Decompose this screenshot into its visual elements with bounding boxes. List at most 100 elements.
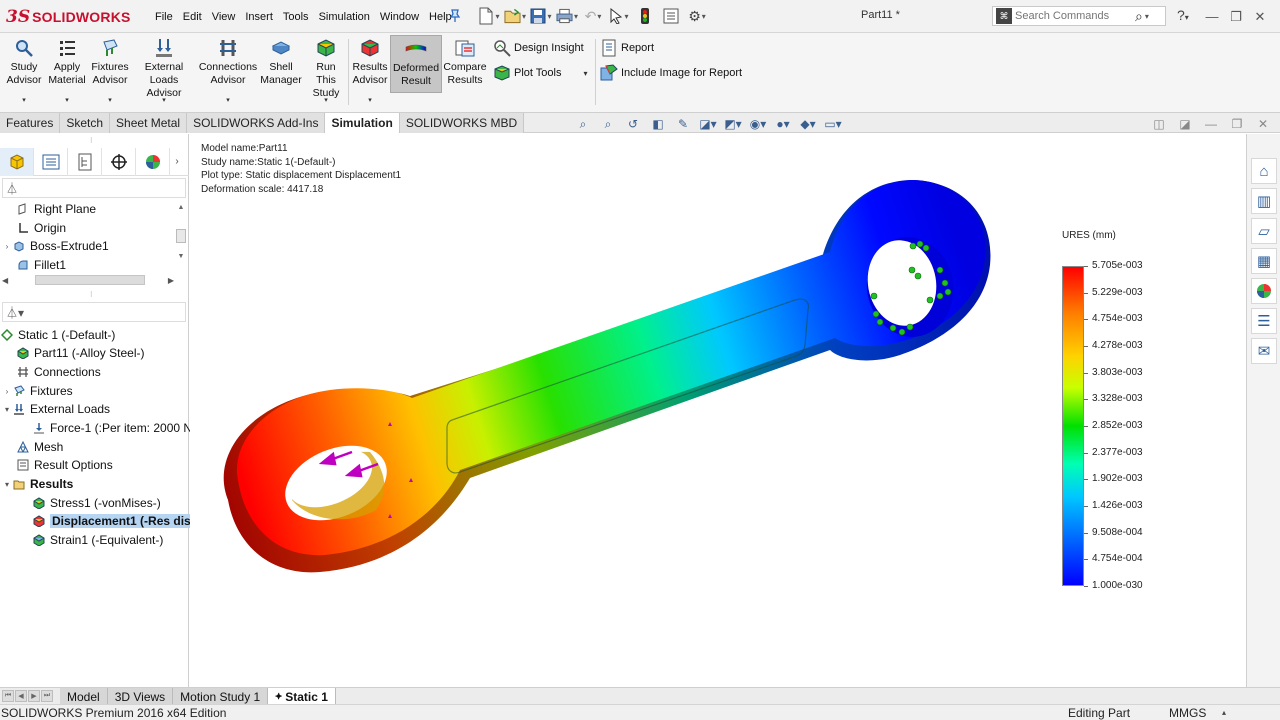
dropdown-arrow-icon[interactable]: ▾: [368, 94, 372, 107]
print-icon[interactable]: ▾: [556, 5, 578, 27]
help-icon[interactable]: ?▾: [1177, 7, 1189, 23]
tree-item-fixtures[interactable]: › Fixtures: [2, 382, 73, 400]
edit-appearance-icon[interactable]: ●▾: [772, 115, 794, 133]
restore-icon[interactable]: ❐: [1224, 9, 1248, 25]
apply-scene-icon[interactable]: ◆▾: [797, 115, 819, 133]
pin-icon[interactable]: [449, 9, 461, 23]
feature-manager-tab[interactable]: [0, 147, 34, 176]
dropdown-arrow-icon[interactable]: ▾: [324, 94, 328, 107]
hide-show-items-icon[interactable]: ◉▾: [747, 115, 769, 133]
tab-3d-views[interactable]: 3D Views: [107, 688, 174, 705]
expand-arrow-icon[interactable]: ›: [2, 387, 12, 396]
new-document-icon[interactable]: ▾: [478, 5, 500, 27]
open-folder-icon[interactable]: ▾: [504, 5, 526, 27]
menu-window[interactable]: Window: [375, 11, 424, 23]
expand-arrow-icon[interactable]: ›: [2, 242, 12, 251]
viewport-split-icon[interactable]: ◫: [1150, 117, 1168, 131]
solidworks-logo[interactable]: 3S SOLIDWORKS: [6, 6, 131, 28]
solidworks-resources-icon[interactable]: ⌂: [1251, 158, 1277, 184]
fixtures-advisor-button[interactable]: Fixtures Advisor ▾: [90, 37, 130, 104]
tree-item-external-loads[interactable]: ▾ External Loads: [2, 400, 110, 418]
next-tab-icon[interactable]: ▶: [28, 690, 40, 702]
save-icon[interactable]: ▾: [530, 5, 552, 27]
dropdown-arrow-icon[interactable]: ▾: [65, 94, 69, 107]
collapse-arrow-icon[interactable]: ▾: [2, 480, 12, 489]
scroll-right-icon[interactable]: ▶: [168, 276, 174, 285]
tree-item-boss-extrude[interactable]: › Boss-Extrude1: [2, 237, 109, 255]
minimize-icon[interactable]: —: [1200, 9, 1224, 24]
splitter-handle[interactable]: ⁝: [90, 290, 98, 299]
tree-item-fillet[interactable]: Fillet1: [6, 256, 66, 274]
menu-edit[interactable]: Edit: [178, 11, 207, 23]
external-loads-advisor-button[interactable]: External Loads Advisor ▾: [132, 37, 196, 104]
study-advisor-button[interactable]: Study Advisor ▾: [6, 37, 42, 104]
tab-motion-study[interactable]: Motion Study 1: [173, 688, 269, 705]
zoom-to-fit-icon[interactable]: ⌕: [572, 115, 594, 133]
search-commands-box[interactable]: ⌘ ⌕ ▾: [992, 6, 1166, 26]
fea-displacement-model[interactable]: [190, 134, 1246, 687]
previous-tab-icon[interactable]: ◀: [15, 690, 27, 702]
tab-add-ins[interactable]: SOLIDWORKS Add-Ins: [187, 113, 326, 133]
previous-view-icon[interactable]: ↺: [622, 115, 644, 133]
tree-item-origin[interactable]: Origin: [6, 219, 66, 237]
dropdown-arrow-icon[interactable]: ▾: [226, 94, 230, 107]
file-properties-icon[interactable]: [660, 5, 682, 27]
splitter-handle[interactable]: ⁝: [90, 136, 98, 145]
scroll-thumb[interactable]: [35, 275, 145, 285]
tab-mbd[interactable]: SOLIDWORKS MBD: [399, 113, 525, 133]
zoom-to-area-icon[interactable]: ⌕: [597, 115, 619, 133]
viewport-close-icon[interactable]: ✕: [1254, 117, 1272, 131]
tree-item-force[interactable]: Force-1 (:Per item: 2000 N:): [22, 419, 199, 437]
viewport-minimize-icon[interactable]: —: [1202, 117, 1220, 131]
design-library-icon[interactable]: ▥: [1251, 188, 1277, 214]
tree-item-right-plane[interactable]: Right Plane: [6, 200, 96, 218]
tree-item-displacement-plot[interactable]: Displacement1 (-Res disp-: [22, 512, 205, 530]
results-advisor-button[interactable]: Results Advisor ▾: [352, 37, 388, 104]
tree-item-results[interactable]: ▾ Results: [2, 475, 73, 493]
first-tab-icon[interactable]: ⏮: [2, 690, 14, 702]
tree-item-static-study[interactable]: Static 1 (-Default-): [0, 326, 115, 344]
feature-tree-scrollbar[interactable]: ▲ ▼: [175, 204, 187, 270]
display-manager-tab[interactable]: [136, 147, 170, 176]
menu-tools[interactable]: Tools: [278, 11, 314, 23]
chevron-right-icon[interactable]: ›: [170, 156, 184, 167]
tree-item-mesh[interactable]: Mesh: [6, 438, 63, 456]
tree-item-strain-plot[interactable]: Strain1 (-Equivalent-): [22, 531, 163, 549]
compare-results-button[interactable]: Compare Results: [443, 37, 487, 103]
study-tree-filter[interactable]: ⏃▾: [2, 302, 186, 322]
tree-item-part[interactable]: Part11 (-Alloy Steel-): [6, 344, 144, 362]
select-arrow-icon[interactable]: ▾: [608, 5, 630, 27]
apply-material-button[interactable]: Apply Material ▾: [48, 37, 86, 104]
search-icon[interactable]: ⌕: [1135, 8, 1143, 25]
forum-icon[interactable]: ✉: [1251, 338, 1277, 364]
dimxpert-manager-tab[interactable]: [102, 147, 136, 176]
chevron-up-icon[interactable]: ▴: [1222, 708, 1226, 717]
unit-system[interactable]: MMGS: [1169, 706, 1206, 720]
connections-advisor-button[interactable]: Connections Advisor ▾: [199, 37, 257, 104]
view-palette-icon[interactable]: ▦: [1251, 248, 1277, 274]
tree-item-connections[interactable]: Connections: [6, 363, 101, 381]
include-image-button[interactable]: Include Image for Report: [600, 64, 742, 82]
view-orientation-icon[interactable]: ◪▾: [697, 115, 719, 133]
section-view-icon[interactable]: ◧: [647, 115, 669, 133]
tab-simulation[interactable]: Simulation: [325, 113, 400, 133]
dropdown-arrow-icon[interactable]: ▾: [108, 94, 112, 107]
tab-static-study[interactable]: ⯌ Static 1: [268, 688, 336, 705]
menu-view[interactable]: View: [207, 11, 241, 23]
last-tab-icon[interactable]: ⏭: [41, 690, 53, 702]
shell-manager-button[interactable]: Shell Manager: [260, 37, 302, 103]
property-manager-tab[interactable]: [34, 147, 68, 176]
undo-icon[interactable]: ↶ ▾: [582, 5, 604, 27]
file-explorer-icon[interactable]: ▱: [1251, 218, 1277, 244]
menu-insert[interactable]: Insert: [240, 11, 278, 23]
custom-properties-icon[interactable]: ☰: [1251, 308, 1277, 334]
display-style-icon[interactable]: ◩▾: [722, 115, 744, 133]
plot-tools-button[interactable]: Plot Tools ▾: [493, 64, 588, 82]
menu-simulation[interactable]: Simulation: [314, 11, 375, 23]
collapse-arrow-icon[interactable]: ▾: [2, 405, 12, 414]
tab-features[interactable]: Features: [0, 113, 61, 133]
viewport-restore-icon[interactable]: ❐: [1228, 117, 1246, 131]
graphics-area[interactable]: Model name:Part11 Study name:Static 1(-D…: [190, 134, 1246, 687]
appearances-icon[interactable]: [1251, 278, 1277, 304]
dropdown-arrow-icon[interactable]: ▾: [162, 94, 166, 107]
